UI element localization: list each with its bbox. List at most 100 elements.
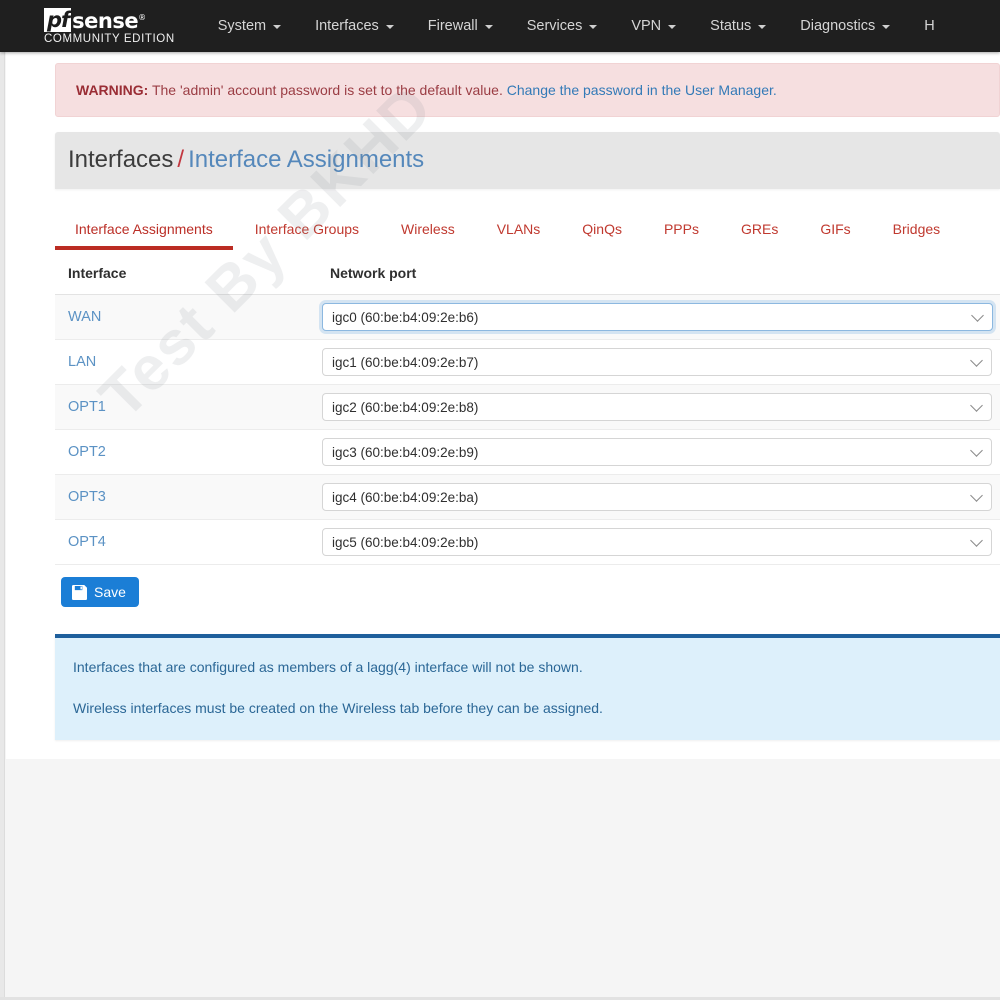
network-port-value: igc3 (60:be:b4:09:2e:b9) [332, 444, 479, 460]
interface-assignments-table-wrap: Interface Network port WAN igc0 (60:be:b… [55, 265, 1000, 566]
content-area: WARNING: The 'admin' account password is… [6, 52, 1000, 759]
table-row: OPT4 igc5 (60:be:b4:09:2e:bb) [55, 519, 1000, 566]
chevron-down-icon [589, 25, 598, 29]
breadcrumb-parent[interactable]: Interfaces [68, 146, 173, 173]
column-header-network-port: Network port [317, 265, 1000, 296]
page-title: Interface Assignments [188, 146, 425, 174]
network-port-select-lan[interactable]: igc1 (60:be:b4:09:2e:b7) [322, 348, 992, 377]
cell-interface: WAN [55, 294, 317, 341]
breadcrumb-separator: / [177, 146, 185, 174]
cell-network-port: igc3 (60:be:b4:09:2e:b9) [317, 429, 1000, 476]
table-row: WAN igc0 (60:be:b4:09:2e:b6) [55, 294, 1000, 341]
cell-network-port: igc0 (60:be:b4:09:2e:b6) [317, 294, 1000, 341]
chevron-down-icon [970, 534, 983, 548]
cell-network-port: igc5 (60:be:b4:09:2e:bb) [317, 519, 1000, 566]
cell-interface: OPT2 [55, 429, 317, 476]
breadcrumb: Interfaces / Interface Assignments [68, 146, 980, 174]
save-floppy-icon [72, 584, 87, 600]
save-button-label: Save [94, 584, 126, 601]
cell-network-port: igc1 (60:be:b4:09:2e:b7) [317, 339, 1000, 386]
warning-text: The 'admin' account password is set to t… [151, 82, 503, 98]
chevron-down-icon [273, 25, 282, 29]
tab-qinqs[interactable]: QinQs [561, 213, 643, 247]
page-body: WARNING: The 'admin' account password is… [6, 52, 1000, 997]
tab-wireless[interactable]: Wireless [380, 213, 476, 247]
change-password-link[interactable]: Change the password in the User Manager. [507, 82, 777, 98]
nav-label: Services [526, 18, 583, 34]
nav-label: Interfaces [315, 18, 379, 34]
interface-link-opt2[interactable]: OPT2 [55, 444, 106, 460]
network-port-select-opt2[interactable]: igc3 (60:be:b4:09:2e:b9) [322, 438, 992, 467]
cell-interface: OPT1 [55, 384, 317, 431]
tab-bridges[interactable]: Bridges [872, 213, 961, 247]
network-port-value: igc1 (60:be:b4:09:2e:b7) [332, 354, 479, 370]
tab-ppps[interactable]: PPPs [643, 213, 720, 247]
nav-label: System [217, 18, 267, 34]
tab-bar: Interface Assignments Interface Groups W… [55, 189, 1000, 251]
interface-link-wan[interactable]: WAN [55, 309, 101, 325]
admin-password-warning-alert: WARNING: The 'admin' account password is… [55, 63, 1000, 118]
tab-interface-assignments[interactable]: Interface Assignments [55, 213, 234, 251]
tab-vlans[interactable]: VLANs [476, 213, 562, 247]
nav-item-status[interactable]: Status [693, 0, 783, 52]
top-navbar: pf sense® COMMUNITY EDITION System Inter… [0, 0, 1000, 52]
cell-interface: OPT4 [55, 519, 317, 566]
tab-interface-groups[interactable]: Interface Groups [234, 213, 380, 247]
chevron-down-icon [971, 309, 984, 323]
breadcrumb-panel: Interfaces / Interface Assignments [55, 132, 1000, 190]
network-port-value: igc5 (60:be:b4:09:2e:bb) [332, 534, 479, 550]
nav-item-services[interactable]: Services [510, 0, 615, 52]
table-header-row: Interface Network port [55, 265, 1000, 296]
nav-item-diagnostics[interactable]: Diagnostics [783, 0, 907, 52]
chevron-down-icon [484, 25, 493, 29]
interface-link-lan[interactable]: LAN [55, 354, 96, 370]
column-header-interface: Interface [55, 265, 317, 296]
chevron-down-icon [970, 444, 983, 458]
save-button[interactable]: Save [61, 577, 139, 608]
table-body: WAN igc0 (60:be:b4:09:2e:b6) LAN igc1 (6… [55, 294, 1000, 566]
logo-wordmark: pf sense® [44, 7, 175, 32]
network-port-select-wan[interactable]: igc0 (60:be:b4:09:2e:b6) [322, 303, 993, 332]
tab-gres[interactable]: GREs [720, 213, 799, 247]
interface-link-opt3[interactable]: OPT3 [55, 489, 106, 505]
nav-menu: System Interfaces Firewall Services VPN … [201, 0, 1000, 52]
cell-network-port: igc4 (60:be:b4:09:2e:ba) [317, 474, 1000, 521]
chevron-down-icon [970, 354, 983, 368]
info-line-lagg: Interfaces that are configured as member… [73, 659, 583, 676]
nav-label: Diagnostics [800, 18, 876, 34]
pfsense-logo[interactable]: pf sense® COMMUNITY EDITION [44, 7, 175, 45]
network-port-value: igc2 (60:be:b4:09:2e:b8) [332, 399, 479, 415]
nav-item-interfaces[interactable]: Interfaces [298, 0, 411, 52]
chevron-down-icon [970, 399, 983, 413]
network-port-select-opt1[interactable]: igc2 (60:be:b4:09:2e:b8) [322, 393, 992, 422]
cell-network-port: igc2 (60:be:b4:09:2e:b8) [317, 384, 1000, 431]
chevron-down-icon [385, 25, 394, 29]
table-row: OPT3 igc4 (60:be:b4:09:2e:ba) [55, 474, 1000, 521]
network-port-select-opt4[interactable]: igc5 (60:be:b4:09:2e:bb) [322, 528, 992, 557]
info-panel: Interfaces that are configured as member… [55, 634, 1000, 740]
table-head: Interface Network port [55, 265, 1000, 296]
cell-interface: LAN [55, 339, 317, 386]
interface-assignments-table: Interface Network port WAN igc0 (60:be:b… [55, 265, 1000, 566]
nav-label: VPN [631, 18, 662, 34]
network-port-value: igc0 (60:be:b4:09:2e:b6) [332, 309, 479, 325]
nav-item-system[interactable]: System [201, 0, 298, 52]
window-left-edge [0, 52, 5, 1000]
logo-edition-label: COMMUNITY EDITION [44, 32, 175, 45]
nav-label: Status [710, 18, 752, 34]
chevron-down-icon [668, 25, 677, 29]
registered-mark: ® [138, 13, 146, 22]
chevron-down-icon [970, 489, 983, 503]
warning-prefix: WARNING: [76, 82, 149, 98]
nav-item-firewall[interactable]: Firewall [411, 0, 510, 52]
interface-link-opt4[interactable]: OPT4 [55, 534, 106, 550]
table-row: OPT1 igc2 (60:be:b4:09:2e:b8) [55, 384, 1000, 431]
network-port-value: igc4 (60:be:b4:09:2e:ba) [332, 489, 479, 505]
nav-label: Firewall [427, 18, 478, 34]
nav-item-vpn[interactable]: VPN [614, 0, 693, 52]
nav-item-help[interactable]: H [907, 0, 951, 52]
cell-interface: OPT3 [55, 474, 317, 521]
network-port-select-opt3[interactable]: igc4 (60:be:b4:09:2e:ba) [322, 483, 992, 512]
tab-gifs[interactable]: GIFs [799, 213, 871, 247]
interface-link-opt1[interactable]: OPT1 [55, 399, 106, 415]
